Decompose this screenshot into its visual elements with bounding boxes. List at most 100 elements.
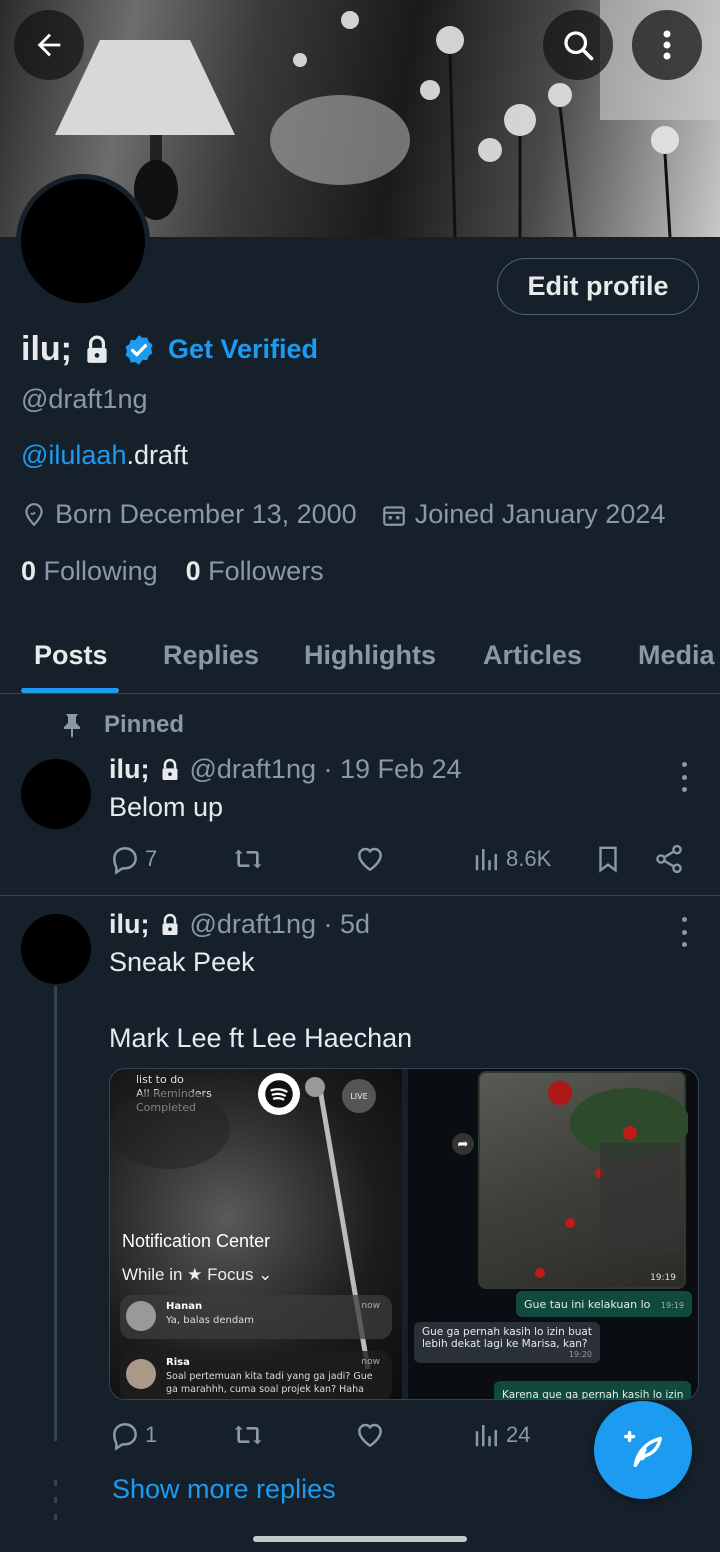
reply-icon (113, 847, 137, 875)
repost-icon (234, 1425, 262, 1445)
notification-msg-1: Ya, balas dendam (166, 1315, 255, 1326)
media-image-2[interactable]: 19:19 ➦ Gue tau ini kelakuan lo 19:19 Gu… (408, 1069, 698, 1399)
lock-icon (87, 335, 107, 363)
media-image-1[interactable]: list to do All Reminders Completed LIVE … (110, 1069, 402, 1399)
post-author-name[interactable]: ilu; (109, 754, 150, 785)
pinned-label: Pinned (62, 711, 184, 739)
bio-text: .draft (126, 440, 188, 470)
get-verified-link[interactable]: Get Verified (168, 334, 318, 365)
post-text-line1: Sneak Peek (109, 947, 255, 977)
reply-count: 7 (145, 846, 158, 871)
show-more-replies-link[interactable]: Show more replies (112, 1474, 336, 1505)
post-divider (0, 895, 720, 896)
like-icon (358, 1423, 382, 1448)
chat-photo: 19:19 (478, 1071, 688, 1289)
profile-avatar[interactable] (16, 174, 150, 308)
calendar-icon (382, 505, 405, 526)
profile-tabs: Posts Replies Highlights Articles Media (0, 628, 720, 694)
post-actions: 7 8.6K (109, 843, 699, 879)
repost-button[interactable] (231, 843, 265, 875)
views-button[interactable]: 24 (472, 1419, 530, 1451)
like-icon (358, 847, 382, 872)
notification-time-1: now (361, 1301, 380, 1311)
chat-bubble-outgoing-1: Gue tau ini kelakuan lo 19:19 (516, 1291, 692, 1317)
views-count: 8.6K (506, 846, 552, 871)
lock-icon (162, 913, 177, 935)
notification-center-title: Notification Center (122, 1231, 271, 1251)
post-meta: @draft1ng · 5d (189, 909, 371, 939)
reply-count: 1 (145, 1422, 158, 1447)
post-avatar[interactable] (21, 914, 91, 984)
back-arrow-icon (37, 33, 61, 57)
post-meta: @draft1ng · 19 Feb 24 (189, 754, 462, 784)
thread-line (54, 986, 57, 1441)
share-button[interactable] (653, 843, 685, 875)
bookmark-icon (599, 846, 617, 873)
notification-msg-2b: ga marahhh, cuma soal projek kan? Haha (166, 1384, 364, 1395)
notification-card-1: Hanan Ya, balas dendam now (120, 1295, 392, 1339)
followers-link[interactable]: 0 Followers (186, 556, 324, 587)
chat-bubble-outgoing-2: Karena gue ga pernah kasih lo izin (494, 1381, 692, 1399)
tab-replies[interactable]: Replies (163, 640, 259, 671)
tab-media[interactable]: Media (638, 640, 715, 671)
reply-button[interactable]: 7 (109, 843, 157, 875)
notification-sender-1: Hanan (166, 1301, 203, 1312)
search-icon (564, 31, 594, 61)
bookmark-button[interactable] (593, 843, 623, 875)
forward-icon: ➦ (452, 1133, 474, 1155)
like-button[interactable] (354, 1419, 386, 1451)
lock-icon (162, 758, 177, 780)
location-icon (25, 502, 43, 526)
post-author-name[interactable]: ilu; (109, 909, 150, 940)
chat-photo-time: 19:19 (650, 1273, 676, 1283)
views-icon (475, 1425, 497, 1447)
pin-icon (64, 714, 80, 738)
focus-label: While in ★ Focus ⌄ (122, 1265, 273, 1284)
notification-sender-2: Risa (166, 1357, 190, 1368)
profile-meta: Born December 13, 2000 Joined January 20… (21, 499, 665, 530)
search-button[interactable] (543, 10, 613, 80)
profile-bio: @ilulaah.draft (21, 440, 188, 471)
views-button[interactable]: 8.6K (472, 843, 551, 875)
notification-time-2: now (361, 1357, 380, 1367)
active-tab-indicator (21, 688, 119, 693)
post-media[interactable]: list to do All Reminders Completed LIVE … (109, 1068, 699, 1400)
chat-bubble-incoming: Gue ga pernah kasih lo izin buat lebih d… (414, 1322, 600, 1363)
more-options-button[interactable] (632, 10, 702, 80)
profile-name-row: ilu; Get Verified (21, 330, 318, 369)
reply-button[interactable]: 1 (109, 1419, 157, 1451)
post-text: Belom up (109, 792, 224, 822)
following-link[interactable]: 0 Following (21, 556, 158, 587)
post-header: ilu; @draft1ng · 5d (109, 909, 370, 940)
like-button[interactable] (354, 843, 386, 875)
edit-profile-button[interactable]: Edit profile (497, 258, 699, 315)
views-count: 24 (506, 1422, 531, 1447)
tab-articles[interactable]: Articles (483, 640, 582, 671)
repost-button[interactable] (231, 1419, 265, 1451)
verified-badge-icon[interactable] (122, 333, 156, 367)
reply-icon (113, 1423, 137, 1451)
notification-msg-2a: Soal pertemuan kita tadi yang ga jadi? G… (166, 1371, 373, 1382)
compose-icon (624, 1431, 662, 1468)
home-indicator[interactable] (253, 1536, 467, 1542)
notification-card-2: Risa Soal pertemuan kita tadi yang ga ja… (120, 1351, 392, 1399)
post-text-line2: Mark Lee ft Lee Haechan (109, 1023, 413, 1053)
profile-handle: @draft1ng (21, 384, 148, 414)
post-header: ilu; @draft1ng · 19 Feb 24 (109, 754, 462, 785)
bio-mention-link[interactable]: @ilulaah (21, 440, 126, 470)
display-name: ilu; (21, 330, 72, 368)
birth-date: Born December 13, 2000 (55, 499, 357, 529)
post-more-button[interactable] (676, 762, 692, 792)
post-avatar[interactable] (21, 759, 91, 829)
back-button[interactable] (14, 10, 84, 80)
tab-posts[interactable]: Posts (34, 640, 108, 671)
compose-button[interactable] (594, 1401, 692, 1499)
repost-icon (234, 849, 262, 869)
thread-dots (52, 1480, 59, 1520)
post-more-button[interactable] (676, 917, 692, 947)
follow-stats: 0 Following 0 Followers (21, 556, 324, 587)
joined-date: Joined January 2024 (414, 499, 666, 529)
more-vertical-icon (663, 30, 671, 60)
views-icon (475, 849, 497, 871)
tab-highlights[interactable]: Highlights (304, 640, 436, 671)
